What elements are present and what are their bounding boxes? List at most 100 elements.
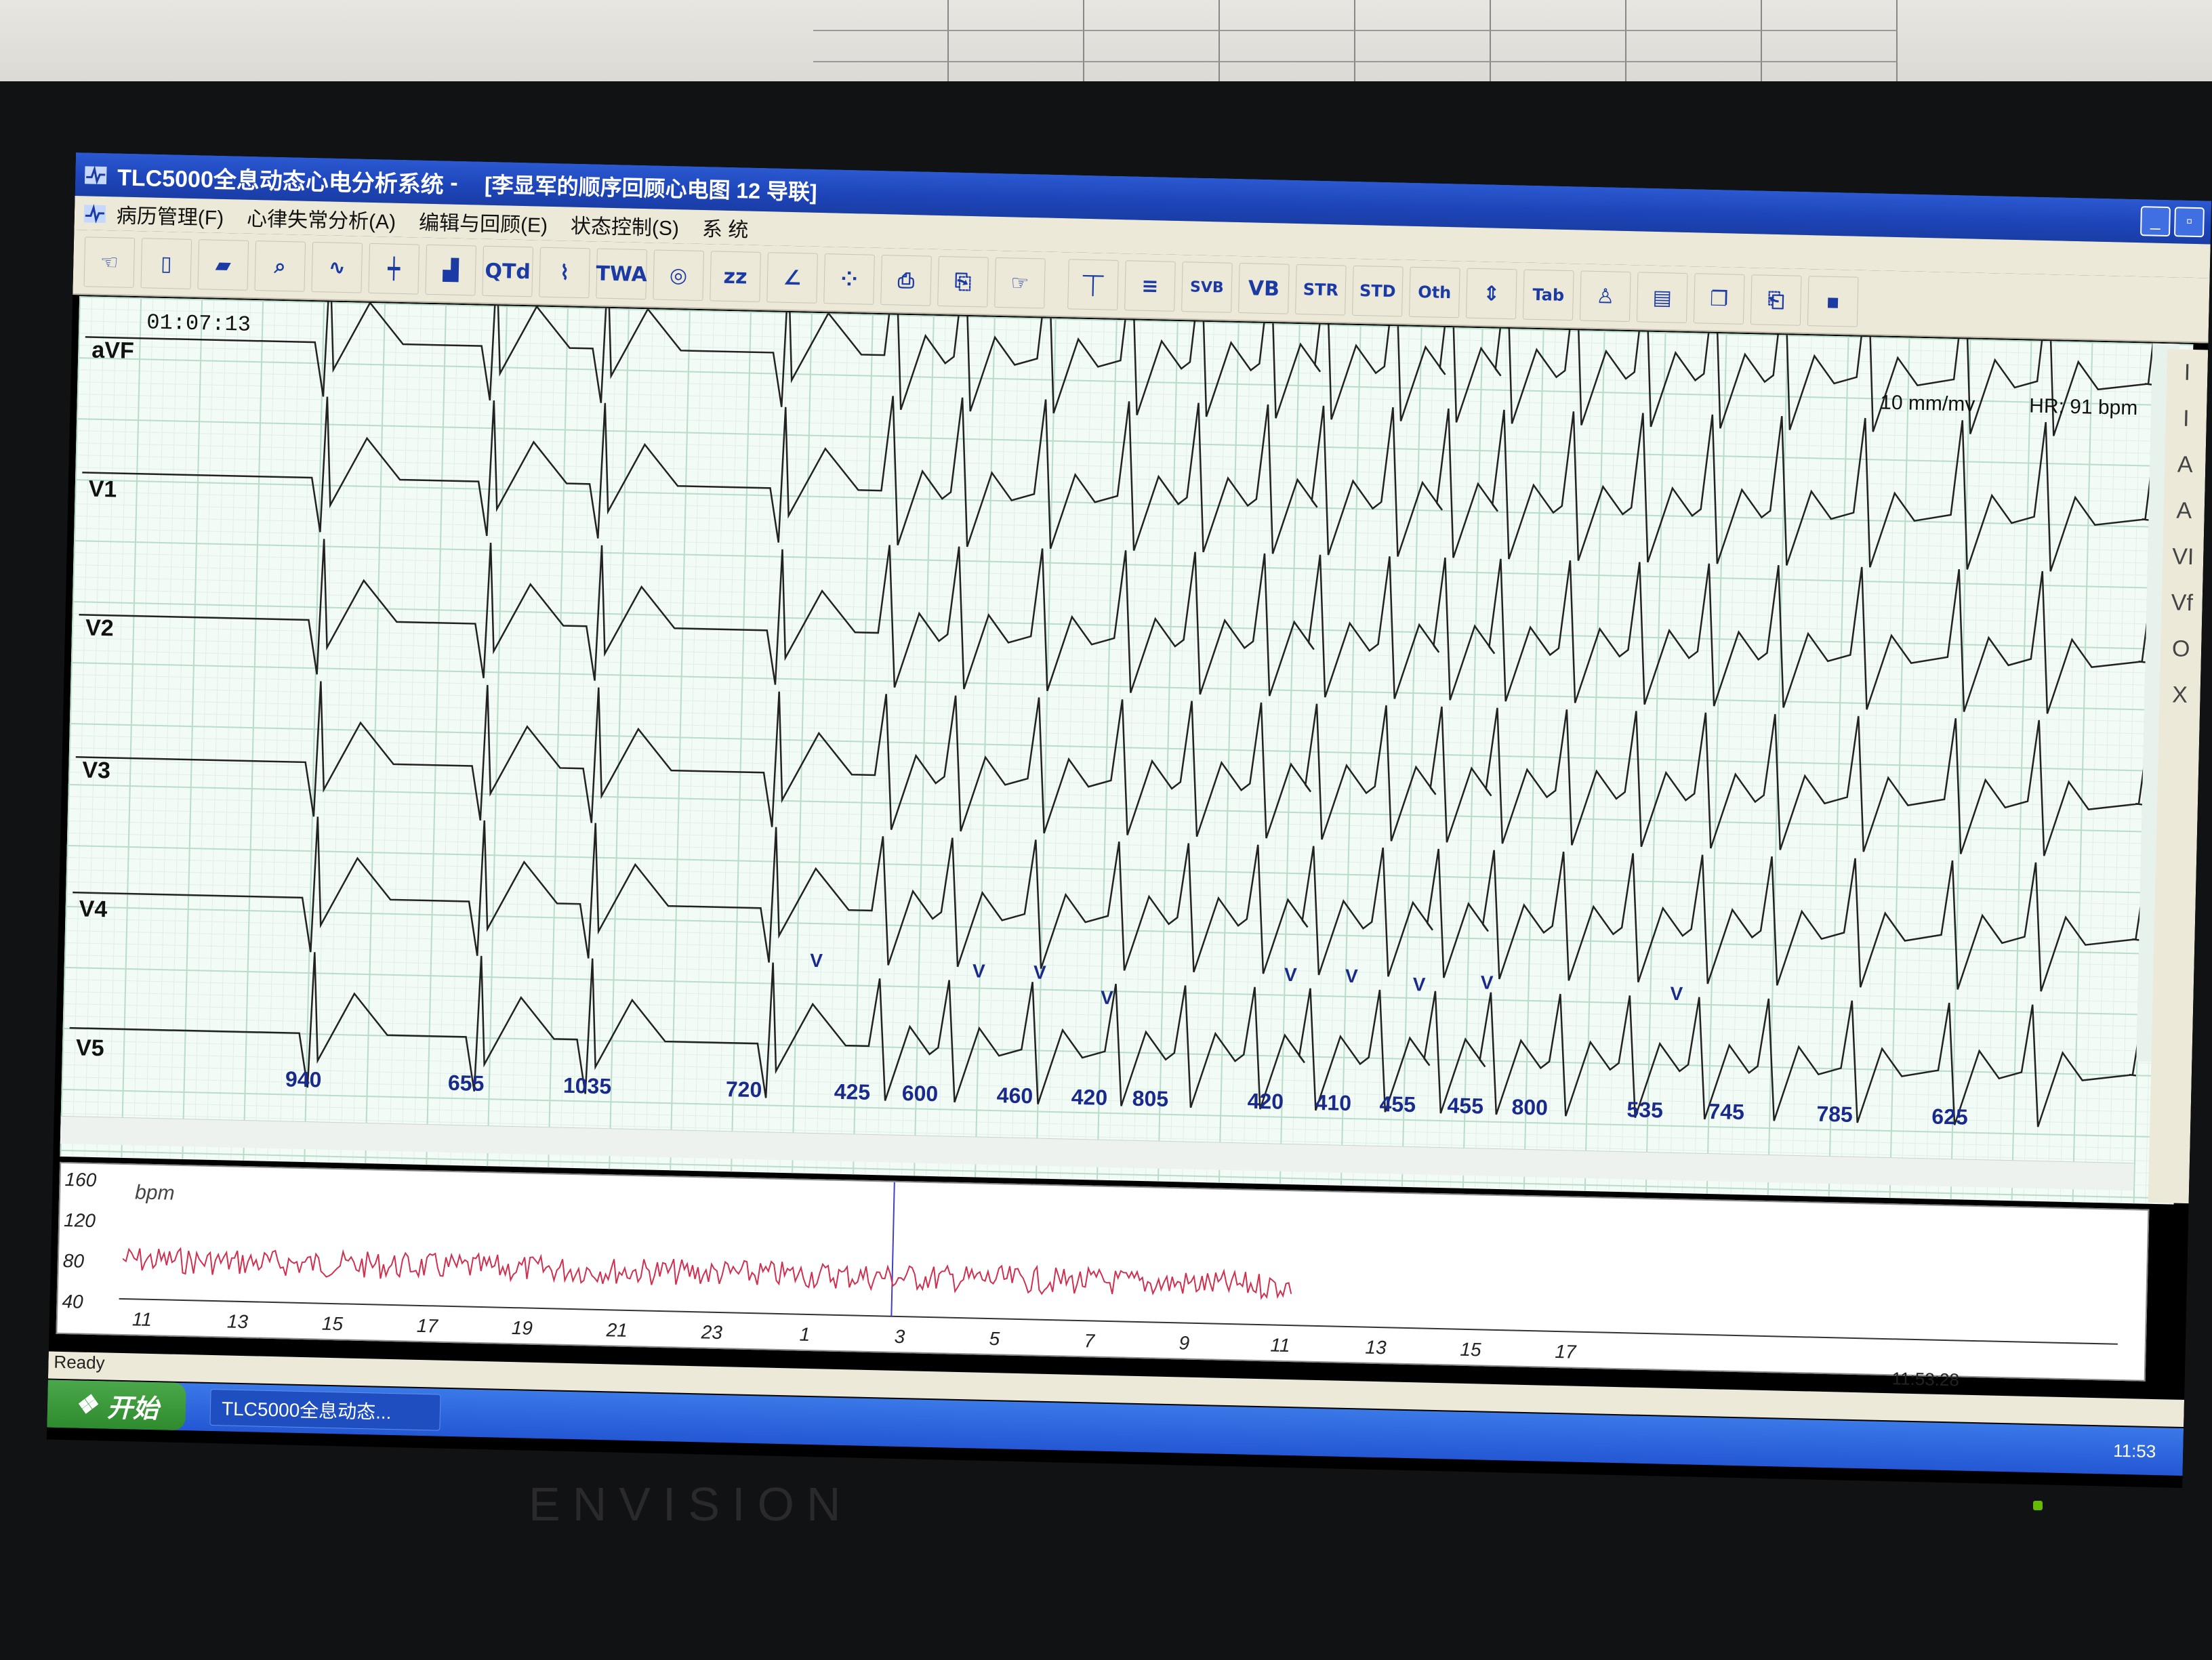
side-button[interactable]: I	[2165, 395, 2207, 442]
trend-x-tick: 7	[1084, 1330, 1095, 1352]
document-title: [李显军的顺序回顾心电图 12 导联]	[484, 172, 818, 205]
spiral-icon[interactable]: ◎	[653, 249, 704, 302]
report-icon[interactable]: ▤	[1636, 272, 1688, 323]
rr-interval: 460	[996, 1083, 1033, 1108]
rr-interval: 425	[834, 1079, 871, 1104]
trend-x-tick: 13	[1365, 1336, 1387, 1358]
save-icon[interactable]: ▪	[1807, 276, 1859, 327]
interval-icon[interactable]: ⇕	[1465, 268, 1517, 320]
app-window: TLC5000全息动态心电分析系统 - [李显军的顺序回顾心电图 12 导联] …	[46, 152, 2212, 1489]
vb-icon[interactable]: VB	[1238, 262, 1290, 314]
trend-x-tick: 15	[321, 1312, 344, 1335]
person-icon[interactable]: ♙	[1579, 270, 1631, 323]
lead-label-v2: V2	[85, 615, 115, 642]
trend-unit: bpm	[134, 1181, 175, 1205]
taskbar-app-button[interactable]: TLC5000全息动态...	[209, 1388, 441, 1431]
export-icon[interactable]: ⎗	[1750, 274, 1802, 326]
new-document-icon[interactable]: ▯	[140, 238, 192, 289]
ecg-strip-area[interactable]: 01:07:13 aVF V1 V2 V3 V4 V5 10 mm/mv HR:…	[60, 296, 2194, 1205]
trend-x-tick: 21	[606, 1319, 628, 1341]
hand-pointer-icon[interactable]: ☜	[83, 236, 136, 288]
single-beat-icon[interactable]: ⏉	[1067, 259, 1119, 310]
rr-interval: 745	[1708, 1099, 1745, 1125]
histogram-icon[interactable]: ▟	[425, 244, 477, 296]
pages-icon[interactable]: ❐	[1693, 273, 1745, 325]
taskbar-clock: 11:53	[2112, 1440, 2156, 1461]
angle-icon[interactable]: ∠	[766, 252, 818, 304]
menu-case-management[interactable]: 病历管理(F)	[116, 199, 224, 231]
power-led	[2033, 1501, 2043, 1510]
heart-rate-readout: HR: 91 bpm	[2028, 394, 2138, 420]
trend-x-tick: 1	[799, 1323, 811, 1346]
menu-edit-review[interactable]: 编辑与回顾(E)	[419, 206, 548, 238]
trend-cursor[interactable]	[890, 1182, 895, 1316]
oth-icon[interactable]: Oth	[1409, 266, 1460, 318]
hand-point-icon[interactable]: ☞	[994, 257, 1046, 309]
ventricular-beat-label: V	[1284, 963, 1297, 986]
menu-app-icon[interactable]	[81, 199, 109, 227]
minimize-button[interactable]: _	[2139, 206, 2171, 237]
trend-x-tick: 15	[1460, 1338, 1481, 1361]
side-button[interactable]: VI	[2162, 533, 2204, 580]
menu-arrhythmia-analysis[interactable]: 心律失常分析(A)	[247, 202, 396, 235]
ecg-traces	[69, 296, 2153, 1130]
magnifier-icon[interactable]: ⌕	[254, 241, 306, 292]
str-icon[interactable]: STR	[1295, 264, 1347, 316]
ecg-trace	[79, 539, 2153, 717]
open-folder-icon[interactable]: ▰	[197, 239, 249, 291]
std-icon[interactable]: STD	[1352, 265, 1404, 317]
lead-label-avf: aVF	[91, 337, 135, 365]
lead-label-v4: V4	[79, 896, 108, 923]
rr-interval: 800	[1511, 1094, 1549, 1120]
rr-interval: 410	[1315, 1090, 1352, 1116]
multi-lead-icon[interactable]: ≡	[1124, 260, 1176, 312]
ecg-trace	[82, 396, 2153, 575]
menu-system[interactable]: 系 统	[702, 212, 749, 243]
qtd-icon[interactable]: QTd	[482, 245, 534, 297]
taskbar-app-label: TLC5000全息动态...	[221, 1398, 392, 1424]
side-button[interactable]: O	[2160, 625, 2202, 672]
lead-label-v1: V1	[88, 476, 117, 503]
beat-icon[interactable]: ⌇	[539, 247, 590, 299]
trend-line	[122, 1247, 1292, 1300]
side-button[interactable]: A	[2165, 441, 2207, 488]
tray-time: 11:53:28	[1891, 1368, 1960, 1390]
trend-y-tick: 160	[64, 1169, 97, 1191]
lead-label-v3: V3	[81, 757, 111, 784]
grid-dots-icon[interactable]: ⁘	[823, 253, 875, 305]
side-button[interactable]: Vf	[2161, 579, 2203, 626]
rr-interval: 805	[1132, 1085, 1169, 1111]
tab-icon[interactable]: Tab	[1522, 269, 1574, 321]
rr-interval: 420	[1247, 1088, 1284, 1114]
rr-interval: 720	[725, 1077, 762, 1102]
title-separator: -	[443, 169, 465, 196]
rr-interval: 655	[447, 1070, 485, 1096]
trend-x-tick: 11	[131, 1308, 152, 1330]
gain-scale: 10 mm/mv	[1879, 391, 1975, 416]
rr-interval: 455	[1447, 1093, 1484, 1119]
sleep-icon[interactable]: zz	[710, 251, 761, 302]
ventricular-beat-label: V	[1480, 972, 1494, 993]
maximize-button[interactable]: ▫	[2173, 207, 2205, 238]
ventricular-beat-label: V	[1670, 982, 1683, 1005]
print-preview-icon[interactable]: ⎘	[937, 255, 989, 308]
printer-icon[interactable]: ⎙	[880, 255, 932, 306]
waveform-icon[interactable]: ∿	[311, 241, 363, 293]
trend-x-tick: 19	[511, 1317, 533, 1339]
svb-icon[interactable]: SVB	[1181, 262, 1233, 313]
start-button[interactable]: ❖ 开始	[47, 1379, 186, 1431]
trend-x-tick: 17	[416, 1314, 438, 1337]
trend-x-tick: 5	[989, 1328, 1000, 1350]
windows-logo-icon: ❖	[74, 1390, 98, 1419]
side-button[interactable]: A	[2163, 487, 2205, 534]
menu-status-control[interactable]: 状态控制(S)	[571, 209, 680, 242]
trend-x-tick: 3	[894, 1325, 905, 1348]
marker-icon[interactable]: ┿	[368, 243, 420, 295]
rr-interval: 785	[1816, 1101, 1853, 1127]
rr-interval: 600	[901, 1081, 939, 1106]
side-button[interactable]: I	[2167, 349, 2209, 396]
side-button[interactable]: X	[2159, 671, 2201, 718]
twa-icon[interactable]: TWA	[596, 248, 647, 300]
ventricular-beat-label: V	[1345, 965, 1358, 987]
rr-interval: 1035	[562, 1073, 612, 1099]
